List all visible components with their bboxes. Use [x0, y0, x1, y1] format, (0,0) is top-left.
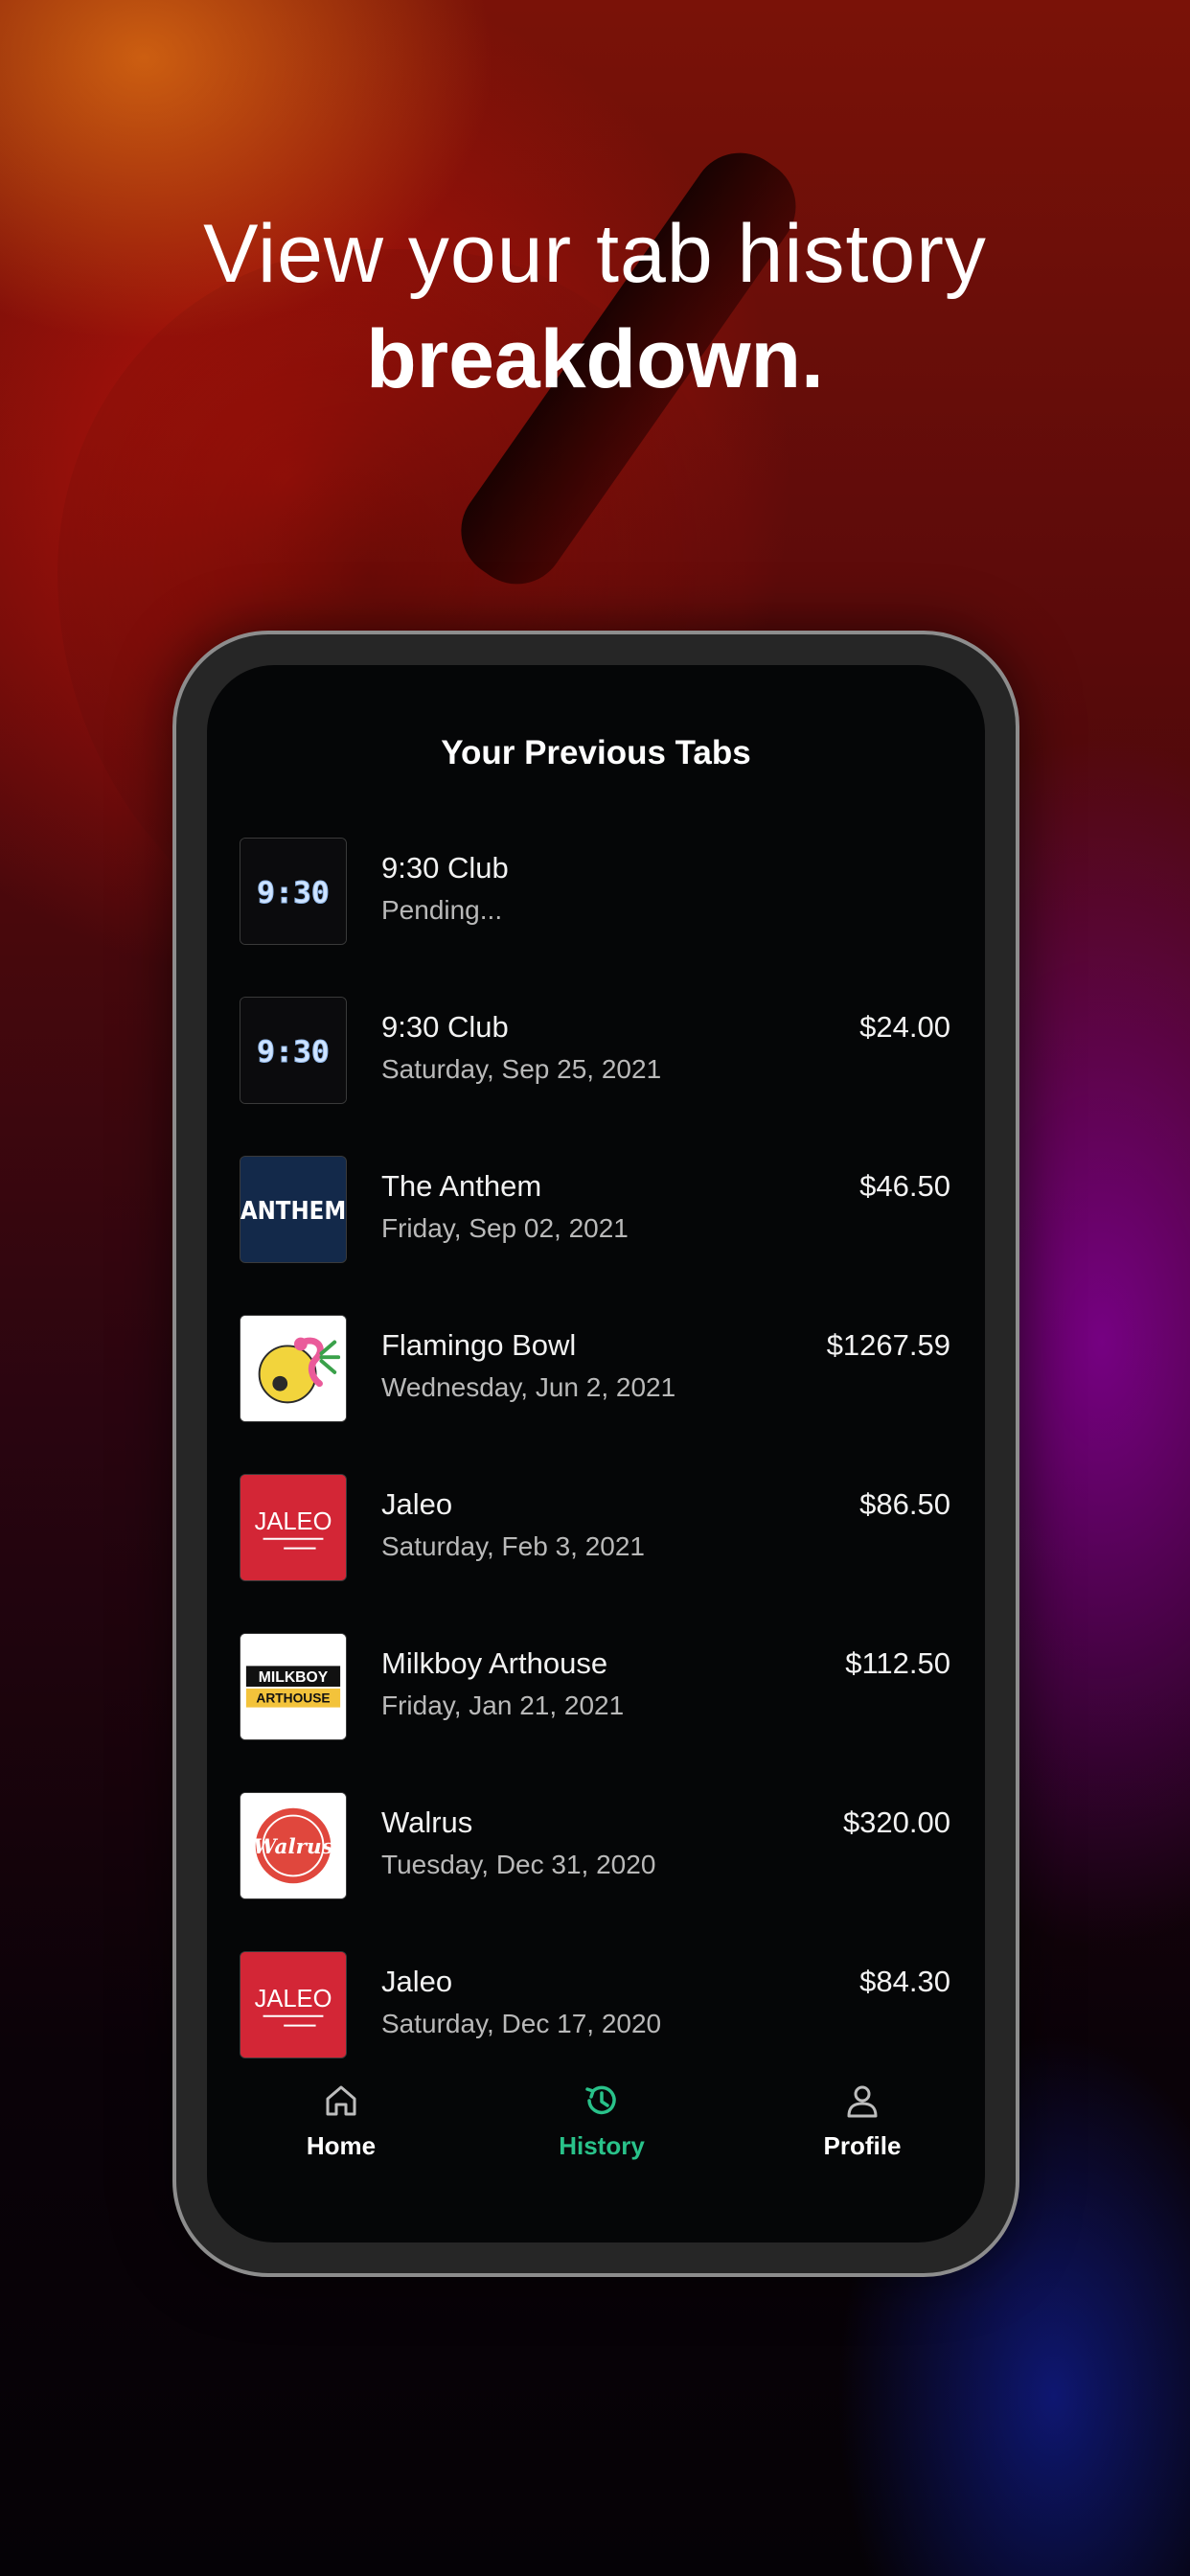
tab-date: Pending...: [381, 895, 503, 925]
nav-home-label: Home: [306, 2131, 377, 2160]
svg-text:MILKBOY: MILKBOY: [259, 1669, 329, 1686]
venue-name: Flamingo Bowl: [381, 1328, 577, 1362]
phone-screen: Your Previous Tabs 9:30 9:30 Club Pendin…: [207, 665, 985, 2242]
svg-text:9:30: 9:30: [257, 1035, 330, 1070]
svg-text:Walrus: Walrus: [253, 1835, 333, 1859]
tab-amount: $84.30: [859, 1965, 950, 1998]
tab-date: Wednesday, Jun 2, 2021: [381, 1372, 676, 1402]
tab-date: Tuesday, Dec 31, 2020: [381, 1850, 656, 1879]
tab-date: Saturday, Dec 17, 2020: [381, 2009, 662, 2038]
nav-history-label: History: [559, 2131, 645, 2160]
headline-line-1: View your tab history: [203, 208, 987, 300]
history-icon: [585, 2085, 616, 2115]
tab-amount: $1267.59: [826, 1328, 950, 1362]
tab-date: Friday, Sep 02, 2021: [381, 1213, 629, 1243]
tab-date: Saturday, Sep 25, 2021: [381, 1054, 662, 1084]
svg-text:9:30: 9:30: [257, 876, 330, 910]
tab-row[interactable]: ANTHEM The Anthem Friday, Sep 02, 2021 $…: [207, 1156, 985, 1315]
venue-logo: Walrus: [240, 1792, 347, 1899]
svg-text:ANTHEM: ANTHEM: [240, 1197, 346, 1226]
tab-row[interactable]: 9:30 9:30 Club Saturday, Sep 25, 2021 $2…: [207, 997, 985, 1156]
venue-name: The Anthem: [381, 1169, 542, 1203]
venue-name: 9:30 Club: [381, 851, 509, 885]
venue-logo: JALEO: [240, 1951, 347, 2058]
tab-row[interactable]: MILKBOY ARTHOUSE Milkboy Arthouse Friday…: [207, 1633, 985, 1792]
profile-icon: [847, 2085, 878, 2118]
jaleo-logo-icon: JALEO: [240, 1475, 346, 1580]
venue-logo: MILKBOY ARTHOUSE: [240, 1633, 347, 1740]
venue-logo: 9:30: [240, 838, 347, 945]
venue-name: Walrus: [381, 1806, 473, 1839]
nine-thirty-logo-icon: 9:30: [240, 839, 346, 944]
tab-row[interactable]: 9:30 9:30 Club Pending...: [207, 838, 985, 997]
tab-list: 9:30 9:30 Club Pending... 9:30 9:30 Club…: [207, 838, 985, 2110]
tab-amount: $86.50: [859, 1487, 950, 1521]
tab-amount: $24.00: [859, 1010, 950, 1044]
milkboy-arthouse-logo-icon: MILKBOY ARTHOUSE: [240, 1634, 346, 1739]
anthem-logo-icon: ANTHEM: [240, 1157, 346, 1262]
tab-date: Friday, Jan 21, 2021: [381, 1690, 625, 1720]
svg-text:ARTHOUSE: ARTHOUSE: [256, 1691, 330, 1706]
walrus-logo-icon: Walrus: [240, 1793, 346, 1898]
home-icon: [326, 2085, 356, 2116]
venue-logo: JALEO: [240, 1474, 347, 1581]
nav-home-button[interactable]: Home: [245, 2080, 437, 2161]
nine-thirty-logo-icon: 9:30: [240, 998, 346, 1103]
venue-logo: [240, 1315, 347, 1422]
nav-profile-label: Profile: [823, 2131, 902, 2160]
venue-name: Jaleo: [381, 1487, 453, 1521]
tab-row[interactable]: Flamingo Bowl Wednesday, Jun 2, 2021 $12…: [207, 1315, 985, 1474]
nav-history-button[interactable]: History: [506, 2080, 698, 2161]
tab-amount: $112.50: [845, 1646, 950, 1680]
svg-text:JALEO: JALEO: [255, 1508, 332, 1535]
venue-logo: ANTHEM: [240, 1156, 347, 1263]
tab-amount: $46.50: [859, 1169, 950, 1203]
tab-date: Saturday, Feb 3, 2021: [381, 1531, 645, 1561]
venue-name: Milkboy Arthouse: [381, 1646, 608, 1680]
bottom-nav: Home History Profile: [207, 2051, 985, 2242]
tab-amount: $320.00: [842, 1806, 950, 1839]
screen-title: Your Previous Tabs: [441, 734, 751, 771]
tab-row[interactable]: JALEO Jaleo Saturday, Feb 3, 2021 $86.50: [207, 1474, 985, 1633]
tab-row[interactable]: Walrus Walrus Tuesday, Dec 31, 2020 $320…: [207, 1792, 985, 1951]
flamingo-bowl-logo-icon: [240, 1316, 346, 1421]
jaleo-logo-icon: JALEO: [240, 1952, 346, 2058]
phone-frame: Your Previous Tabs 9:30 9:30 Club Pendin…: [172, 631, 1019, 2277]
svg-text:JALEO: JALEO: [255, 1986, 332, 2012]
headline: View your tab history breakdown.: [0, 201, 1190, 412]
nav-profile-button[interactable]: Profile: [767, 2080, 958, 2161]
venue-logo: 9:30: [240, 997, 347, 1104]
venue-name: Jaleo: [381, 1965, 453, 1998]
headline-line-2: breakdown.: [366, 313, 824, 405]
venue-name: 9:30 Club: [381, 1010, 509, 1044]
